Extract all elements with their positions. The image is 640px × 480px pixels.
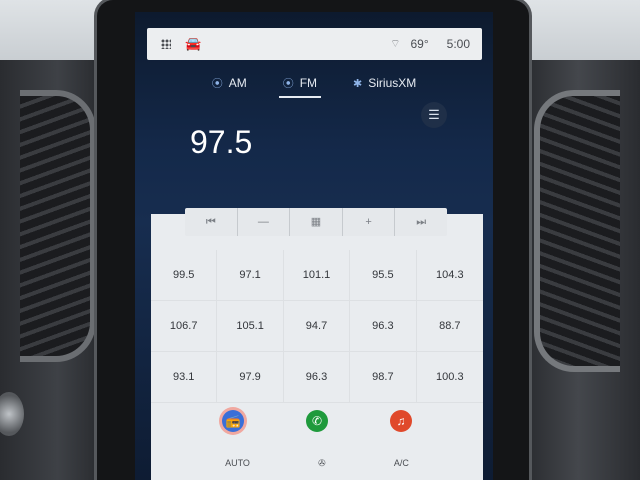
current-frequency: 97.5 [190, 124, 253, 160]
preset-button[interactable]: 99.5 [151, 250, 218, 301]
preset-button[interactable]: 88.7 [416, 301, 483, 352]
preset-button[interactable]: 96.3 [283, 352, 351, 403]
tune-up-button[interactable]: + [343, 208, 396, 236]
auto-climate-button[interactable]: AUTO [225, 458, 250, 469]
preset-button[interactable]: 96.3 [350, 301, 417, 352]
seek-forward-button[interactable]: ⏭ [395, 208, 447, 236]
radio-app-button[interactable]: 📻 [222, 410, 244, 432]
outside-temperature: 69° [410, 37, 429, 51]
preset-button[interactable]: 101.1 [283, 250, 351, 301]
tab-label: FM [299, 76, 318, 90]
preset-button[interactable]: 104.3 [416, 250, 483, 301]
plus-icon: + [365, 216, 372, 228]
tab-label: SiriusXM [368, 76, 417, 90]
band-tabs: ⦿ AM ⦿ FM ✱ SiriusXM [135, 70, 493, 98]
equalizer-settings-button[interactable]: ☰ [421, 102, 447, 128]
seek-back-icon: ⏮ [205, 216, 216, 228]
ac-button[interactable]: A/C [394, 458, 409, 469]
preset-button[interactable]: 106.7 [151, 301, 218, 352]
car-icon[interactable]: 🚘 [185, 36, 201, 52]
tab-label: AM [228, 76, 247, 90]
clock: 5:00 [446, 37, 470, 51]
antenna-icon: ⦿ [211, 78, 223, 90]
presets-grid: 99.5 97.1 101.1 95.5 104.3 106.7 105.1 9… [151, 250, 483, 403]
music-icon: ♫ [396, 414, 406, 428]
signal-icon: ⌔ [390, 38, 401, 50]
seek-forward-icon: ⏭ [416, 216, 427, 228]
air-vent-right [534, 90, 620, 372]
fan-icon[interactable]: ✇ [318, 458, 326, 469]
preset-button[interactable]: 93.1 [151, 352, 218, 403]
phone-icon: ✆ [311, 414, 323, 428]
preset-button[interactable]: 94.7 [283, 301, 351, 352]
tuner-controls: ⏮ — ▦ + ⏭ [185, 208, 447, 236]
minus-icon: — [257, 216, 269, 228]
app-dock: 📻 ✆ ♫ [151, 410, 483, 432]
music-app-button[interactable]: ♫ [390, 410, 412, 432]
tab-am[interactable]: ⦿ AM [208, 70, 251, 96]
radio-icon: 📻 [225, 414, 241, 428]
tab-siriusxm[interactable]: ✱ SiriusXM [349, 70, 420, 96]
preset-button[interactable]: 105.1 [217, 301, 284, 352]
seek-back-button[interactable]: ⏮ [185, 208, 238, 236]
preset-button[interactable]: 98.7 [350, 352, 417, 403]
tab-fm[interactable]: ⦿ FM [278, 70, 322, 98]
status-bar: 🚘 ⌔ 69° 5:00 [147, 28, 482, 60]
apps-grid-icon[interactable] [161, 39, 171, 49]
air-vent-left [20, 90, 96, 362]
preset-button[interactable]: 97.1 [217, 250, 284, 301]
infotainment-screen: 🚘 ⌔ 69° 5:00 ⦿ AM ⦿ FM ✱ SiriusXM ☰ 97.5… [135, 12, 493, 480]
phone-app-button[interactable]: ✆ [306, 410, 328, 432]
climate-bar: AUTO ✇ A/C [151, 458, 483, 469]
antenna-icon: ⦿ [282, 78, 294, 90]
sliders-icon: ☰ [428, 107, 440, 122]
siriusxm-icon: ✱ [353, 77, 363, 90]
preset-button[interactable]: 95.5 [350, 250, 417, 301]
preset-button[interactable]: 100.3 [416, 352, 483, 403]
preset-button[interactable]: 97.9 [217, 352, 284, 403]
presets-toggle-button[interactable]: ▦ [290, 208, 343, 236]
grid-icon: ▦ [310, 216, 322, 228]
presets-panel: 99.5 97.1 101.1 95.5 104.3 106.7 105.1 9… [151, 214, 483, 480]
tune-down-button[interactable]: — [238, 208, 291, 236]
